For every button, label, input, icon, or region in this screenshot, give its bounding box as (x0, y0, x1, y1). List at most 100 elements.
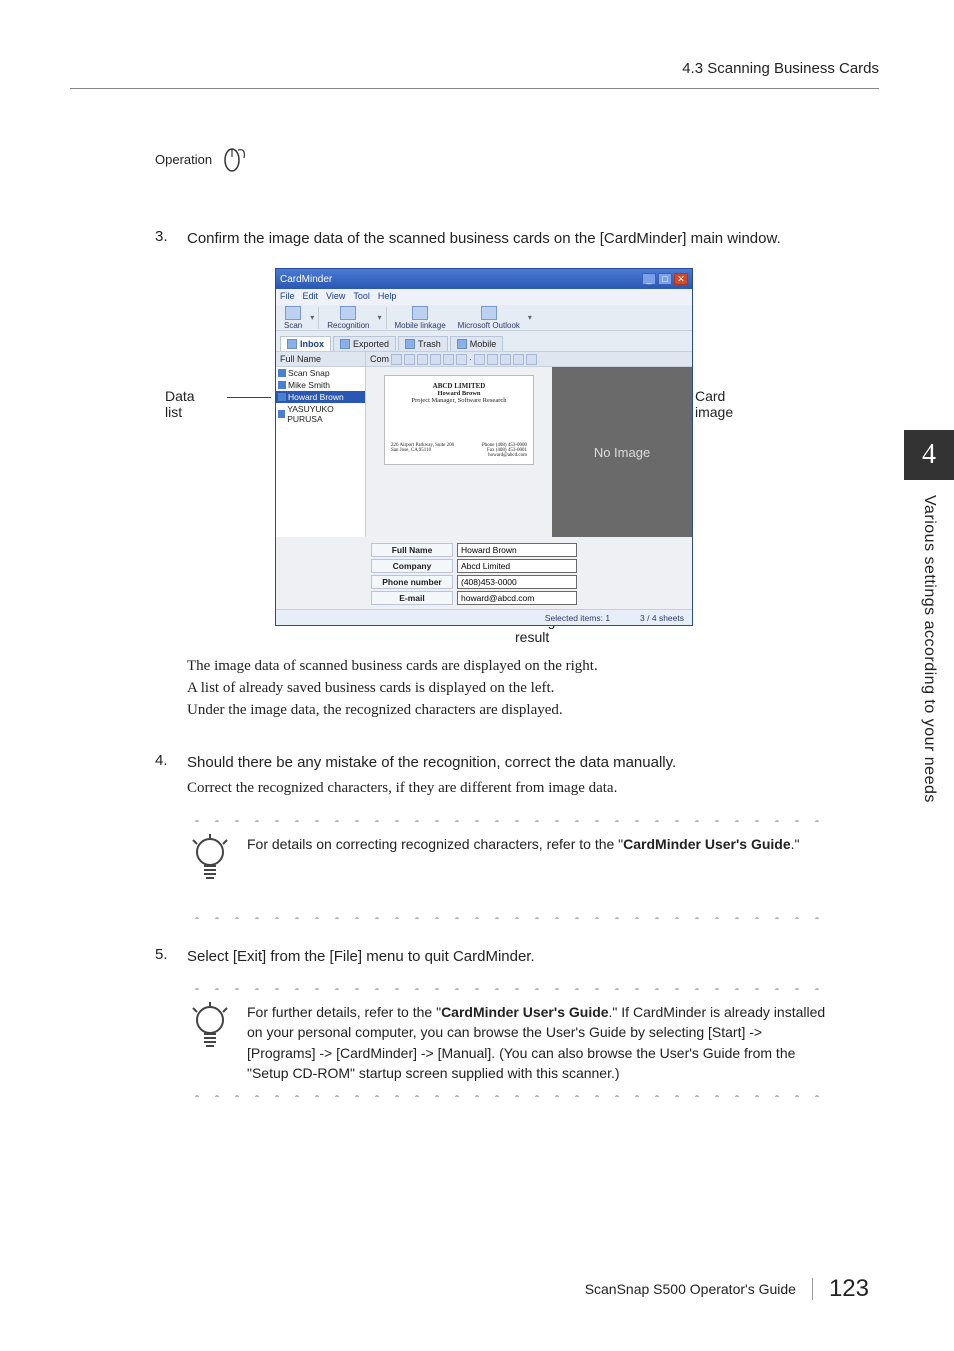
step-3-notes: The image data of scanned business cards… (155, 656, 834, 721)
menu-tool[interactable]: Tool (353, 291, 370, 303)
recog-company-input[interactable] (457, 559, 577, 573)
col-company[interactable]: Com (370, 354, 389, 364)
dropdown-icon[interactable]: ▾ (378, 313, 382, 322)
maximize-icon[interactable]: □ (658, 273, 672, 285)
tab-exported[interactable]: Exported (333, 336, 396, 351)
tip-text: For further details, refer to the "CardM… (247, 1002, 834, 1083)
lightbulb-icon (187, 834, 233, 893)
operation-label: Operation (155, 142, 250, 177)
outlook-button[interactable]: Microsoft Outlook (454, 306, 524, 330)
card-area: ABCD LIMITED Howard Brown Project Manage… (366, 367, 692, 537)
content-area: Scan Snap Mike Smith Howard Brown YASUYU… (276, 367, 692, 537)
card-title: Project Manager, Software Research (391, 397, 527, 404)
status-selected: Selected items: 1 (545, 613, 610, 623)
step-body: Select [Exit] from the [File] menu to qu… (187, 946, 834, 968)
operation-text: Operation (155, 152, 212, 167)
card-icon (278, 381, 286, 389)
menu-help[interactable]: Help (378, 291, 397, 303)
tab-inbox[interactable]: Inbox (280, 336, 331, 351)
exported-icon (340, 339, 350, 349)
list-item[interactable]: Mike Smith (276, 379, 365, 391)
recog-email-input[interactable] (457, 591, 577, 605)
mini-icon[interactable] (443, 354, 454, 365)
menu-view[interactable]: View (326, 291, 345, 303)
data-list[interactable]: Scan Snap Mike Smith Howard Brown YASUYU… (276, 367, 366, 537)
mobile-linkage-icon (412, 306, 428, 320)
tab-mobile[interactable]: Mobile (450, 336, 504, 351)
status-bar: Selected items: 1 3 / 4 sheets (276, 609, 692, 625)
business-card: ABCD LIMITED Howard Brown Project Manage… (384, 375, 534, 465)
recog-label: Phone number (371, 575, 453, 589)
mobile-linkage-button[interactable]: Mobile linkage (391, 306, 450, 330)
recog-row: Full Name (371, 543, 682, 557)
mini-icon[interactable] (500, 354, 511, 365)
page-number: 123 (829, 1275, 869, 1303)
menu-file[interactable]: File (280, 291, 295, 303)
mini-icon[interactable] (430, 354, 441, 365)
scan-button[interactable]: Scan (280, 306, 306, 330)
mini-icon[interactable] (404, 354, 415, 365)
mini-icon[interactable] (526, 354, 537, 365)
no-image-panel: No Image (552, 367, 692, 537)
note-line: A list of already saved business cards i… (187, 678, 834, 700)
window-titlebar: CardMinder _ □ ✕ (276, 269, 692, 289)
tab-trash[interactable]: Trash (398, 336, 448, 351)
tip-text-part: For details on correcting recognized cha… (247, 836, 623, 852)
dropdown-icon[interactable]: ▾ (528, 313, 532, 322)
window-controls: _ □ ✕ (642, 273, 688, 285)
mobile-icon (457, 339, 467, 349)
card-addr2: San Jose, CA 95110 (391, 448, 454, 453)
mini-icon[interactable] (456, 354, 467, 365)
tip-text-part: ." (791, 836, 800, 852)
step-body: Confirm the image data of the scanned bu… (187, 228, 834, 250)
separator (386, 307, 387, 329)
close-icon[interactable]: ✕ (674, 273, 688, 285)
page-footer: ScanSnap S500 Operator's Guide 123 (585, 1275, 869, 1303)
figure-label-datalist: Data list (165, 388, 195, 420)
lightbulb-icon (187, 1002, 233, 1083)
mini-icon[interactable] (417, 354, 428, 365)
menu-edit[interactable]: Edit (303, 291, 319, 303)
dotted-divider (187, 988, 834, 990)
recog-phone-input[interactable] (457, 575, 577, 589)
recog-fullname-input[interactable] (457, 543, 577, 557)
column-headers: Full Name Com · (276, 351, 692, 367)
mini-icon[interactable] (487, 354, 498, 365)
tab-strip: Inbox Exported Trash Mobile (276, 331, 692, 351)
mini-icon[interactable] (513, 354, 524, 365)
separator: · (469, 355, 472, 364)
mini-icon[interactable] (391, 354, 402, 365)
list-name: Scan Snap (288, 368, 330, 378)
list-item[interactable]: YASUYUKO PURUSA (276, 403, 365, 425)
list-name: Howard Brown (288, 392, 344, 402)
status-sheets: 3 / 4 sheets (640, 613, 684, 623)
recognition-panel: Full Name Company Phone number E-mail (276, 537, 692, 609)
recognition-icon (340, 306, 356, 320)
step-4: 4. Should there be any mistake of the re… (155, 752, 834, 800)
recog-row: Company (371, 559, 682, 573)
dropdown-icon[interactable]: ▾ (310, 313, 314, 322)
menubar: File Edit View Tool Help (276, 289, 692, 305)
card-icon (278, 369, 286, 377)
note-line: The image data of scanned business cards… (187, 656, 834, 678)
tip-1: For details on correcting recognized cha… (187, 834, 834, 893)
minimize-icon[interactable]: _ (642, 273, 656, 285)
recog-label: Company (371, 559, 453, 573)
list-item[interactable]: Scan Snap (276, 367, 365, 379)
trash-icon (405, 339, 415, 349)
card-name: Howard Brown (391, 390, 527, 397)
tip-1-block: For details on correcting recognized cha… (155, 808, 834, 931)
recognition-button[interactable]: Recognition (323, 306, 373, 330)
recog-label: Full Name (371, 543, 453, 557)
recog-row: Phone number (371, 575, 682, 589)
cardminder-window: CardMinder _ □ ✕ File Edit View Tool Hel… (275, 268, 693, 626)
tip-text-bold: CardMinder User's Guide (623, 836, 790, 852)
col-fullname[interactable]: Full Name (276, 352, 366, 366)
card-icon (278, 410, 285, 418)
mouse-icon (218, 142, 250, 177)
note-line: Under the image data, the recognized cha… (187, 700, 834, 722)
list-name: Mike Smith (288, 380, 330, 390)
dotted-divider (187, 820, 834, 822)
mini-icon[interactable] (474, 354, 485, 365)
list-item-selected[interactable]: Howard Brown (276, 391, 365, 403)
